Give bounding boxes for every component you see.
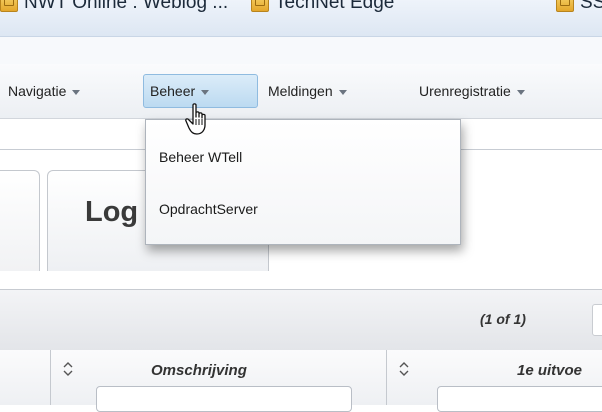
toolbar-spacer xyxy=(0,37,602,64)
feed-icon xyxy=(556,0,574,12)
filter-input-omschrijving[interactable] xyxy=(96,386,352,412)
menu-item-opdrachtserver[interactable]: OpdrachtServer xyxy=(159,201,258,217)
sort-icon[interactable] xyxy=(63,361,73,377)
menu-meldingen[interactable]: Meldingen xyxy=(262,74,353,108)
tab-label: Log xyxy=(85,196,139,228)
column-divider xyxy=(50,350,51,405)
bookmarks-bar: NWT Online : Weblog ... TechNet Edge SSI xyxy=(0,0,602,37)
menu-label: Beheer xyxy=(150,83,196,99)
hand-cursor-icon xyxy=(185,103,206,135)
chevron-down-icon xyxy=(72,89,81,95)
bookmark-item[interactable]: TechNet Edge xyxy=(251,0,394,14)
sort-icon[interactable] xyxy=(399,361,409,377)
bookmark-item[interactable]: NWT Online : Weblog ... xyxy=(0,0,228,14)
chevron-down-icon xyxy=(516,89,525,95)
feed-icon xyxy=(251,0,269,12)
menu-navigatie[interactable]: Navigatie xyxy=(2,74,86,108)
filter-input-uitvoering[interactable] xyxy=(437,386,602,412)
beheer-dropdown: Beheer WTell OpdrachtServer xyxy=(145,119,461,245)
bookmark-label: NWT Online : Weblog ... xyxy=(24,0,229,13)
menu-label: Navigatie xyxy=(8,83,67,99)
pager-button[interactable] xyxy=(592,304,602,336)
page-indicator: (1 of 1) xyxy=(480,311,526,327)
bookmark-item[interactable]: SSI xyxy=(556,0,602,14)
column-divider xyxy=(386,350,387,405)
menu-urenregistratie[interactable]: Urenregistratie xyxy=(413,74,531,108)
chevron-down-icon xyxy=(201,89,210,95)
main-menubar: Navigatie Beheer Meldingen Urenregistrat… xyxy=(0,64,602,119)
bookmark-label: TechNet Edge xyxy=(275,0,395,13)
column-header-omschrijving[interactable]: Omschrijving xyxy=(151,362,247,379)
menu-item-beheer-wtell[interactable]: Beheer WTell xyxy=(159,149,242,165)
column-header-eerste-uitvoering[interactable]: 1e uitvoe xyxy=(517,362,582,379)
bookmark-label: SSI xyxy=(580,0,602,13)
menu-label: Meldingen xyxy=(268,83,333,99)
chevron-down-icon xyxy=(338,89,347,95)
menu-label: Urenregistratie xyxy=(419,83,511,99)
paginator-bar: (1 of 1) xyxy=(0,289,602,351)
tab-previous[interactable] xyxy=(0,170,40,271)
feed-icon xyxy=(0,0,18,12)
